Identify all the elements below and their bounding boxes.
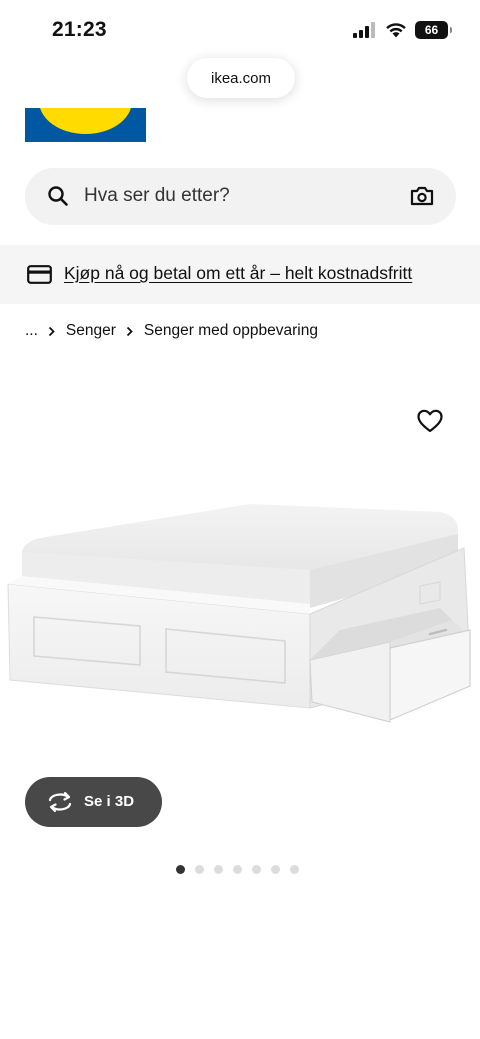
carousel-dot[interactable] <box>271 865 280 874</box>
carousel-dot[interactable] <box>290 865 299 874</box>
battery-indicator: 66 <box>415 21 452 39</box>
carousel-dots <box>176 865 299 874</box>
url-text: ikea.com <box>210 69 272 87</box>
battery-level: 66 <box>424 23 439 37</box>
search-bar[interactable]: Hva ser du etter? <box>25 168 456 225</box>
ikea-logo[interactable] <box>25 108 146 142</box>
chevron-right-icon <box>48 326 55 336</box>
wifi-icon <box>386 23 406 38</box>
view-in-3d-label: Se i 3D <box>84 793 135 810</box>
breadcrumb-ellipsis[interactable]: ... <box>25 322 38 340</box>
product-page: 21:23 66 ikea.com Hva ser du etter? Kjøp… <box>0 0 480 1039</box>
url-bar[interactable]: ikea.com <box>187 58 295 98</box>
view-in-3d-button[interactable]: Se i 3D <box>25 777 162 827</box>
carousel-dot[interactable] <box>252 865 261 874</box>
promo-link[interactable]: Kjøp nå og betal om ett år – helt kostna… <box>64 263 412 284</box>
search-icon <box>48 186 68 206</box>
product-image[interactable] <box>0 490 480 730</box>
status-bar: 21:23 66 <box>0 0 480 60</box>
carousel-dot[interactable] <box>195 865 204 874</box>
breadcrumb-senger[interactable]: Senger <box>66 322 116 340</box>
promo-banner[interactable]: Kjøp nå og betal om ett år – helt kostna… <box>0 245 480 304</box>
signal-icon <box>353 22 375 38</box>
carousel-dot[interactable] <box>176 865 185 874</box>
credit-card-icon <box>27 265 52 284</box>
status-icons: 66 <box>353 21 452 39</box>
camera-icon[interactable] <box>410 185 434 207</box>
breadcrumb: ... Senger Senger med oppbevaring <box>25 320 318 342</box>
breadcrumb-current[interactable]: Senger med oppbevaring <box>144 322 318 340</box>
heart-icon[interactable] <box>416 407 444 435</box>
chevron-right-icon <box>126 326 133 336</box>
status-time: 21:23 <box>52 18 107 41</box>
search-input[interactable]: Hva ser du etter? <box>84 185 230 207</box>
carousel-dot[interactable] <box>214 865 223 874</box>
carousel-dot[interactable] <box>233 865 242 874</box>
rotate-3d-icon <box>48 791 72 813</box>
